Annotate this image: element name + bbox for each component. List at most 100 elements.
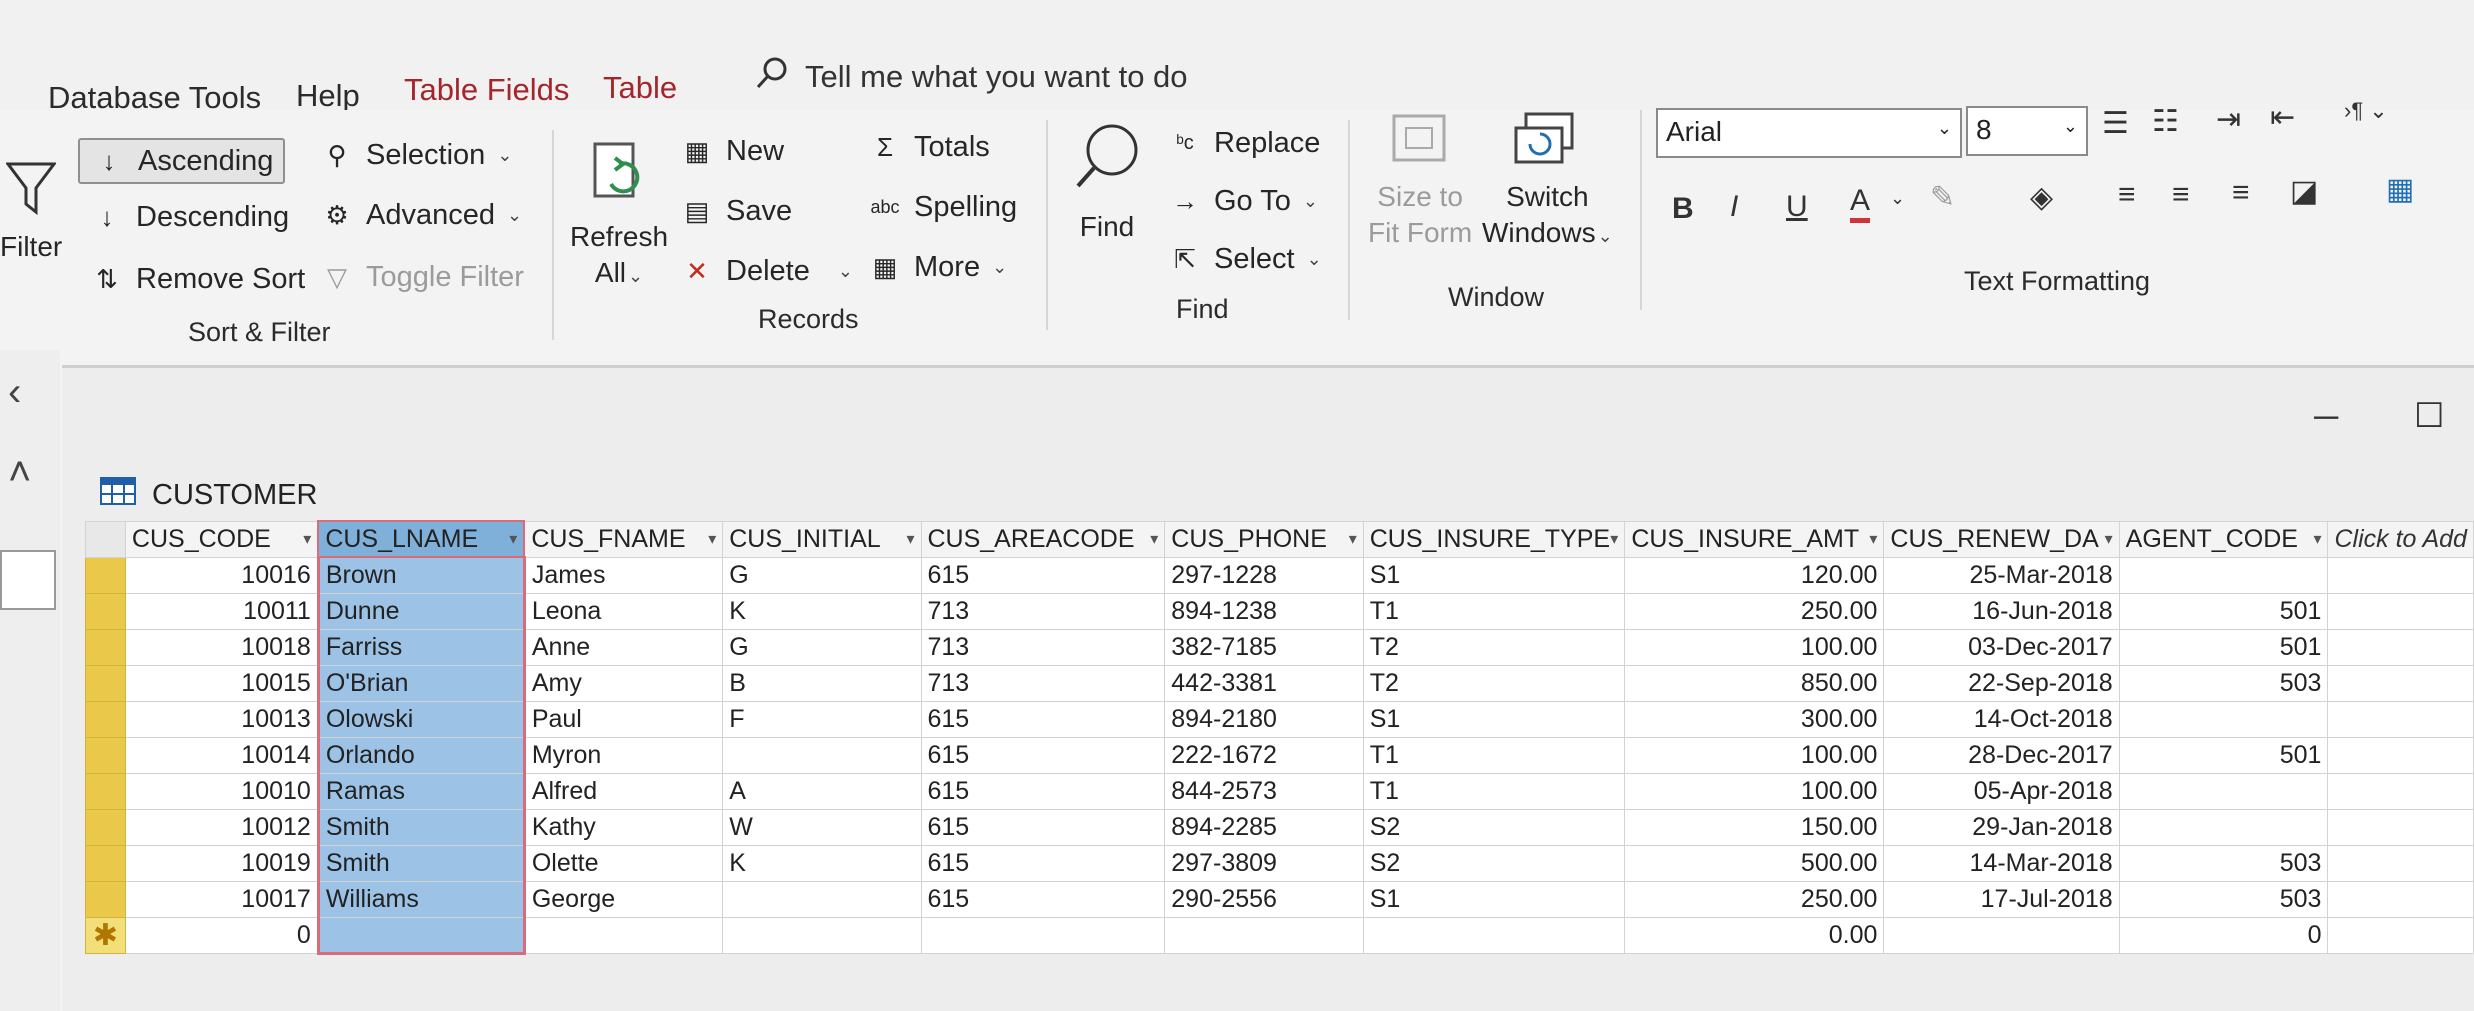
table-cell[interactable]: Orlando: [316, 736, 526, 774]
paragraph-direction-icon[interactable]: ›¶ ⌄: [2344, 98, 2388, 124]
table-cell[interactable]: Ramas: [316, 772, 526, 810]
bold-button[interactable]: B: [1672, 192, 1694, 226]
table-cell[interactable]: 16-Jun-2018: [1883, 592, 2120, 630]
switch-windows-button[interactable]: Switch Windows ⌄: [1482, 110, 1613, 254]
table-cell[interactable]: 120.00: [1624, 556, 1885, 594]
click-to-add-column[interactable]: Click to Add: [2327, 520, 2474, 558]
delete-record-button[interactable]: ✕ Delete ⌄: [678, 252, 853, 290]
new-record-selector[interactable]: ✱: [85, 916, 126, 954]
record-selector[interactable]: [85, 592, 126, 630]
new-record-button[interactable]: ▦ New: [678, 132, 784, 170]
table-cell[interactable]: 29-Jan-2018: [1883, 808, 2120, 846]
more-button[interactable]: ▦ More ⌄: [866, 248, 1007, 286]
table-cell[interactable]: [2327, 736, 2474, 774]
table-cell[interactable]: [2118, 808, 2329, 846]
table-cell[interactable]: 10012: [124, 808, 319, 846]
align-left-icon[interactable]: ≡: [2118, 178, 2136, 212]
nav-pane-box[interactable]: [0, 550, 56, 610]
table-cell[interactable]: T1: [1362, 736, 1626, 774]
table-cell[interactable]: 14-Mar-2018: [1883, 844, 2120, 882]
table-cell[interactable]: 100.00: [1624, 772, 1885, 810]
table-cell[interactable]: 844-2573: [1164, 772, 1364, 810]
font-name-select[interactable]: Arial ⌄: [1656, 108, 1962, 158]
table-cell[interactable]: T2: [1362, 628, 1626, 666]
table-cell[interactable]: Anne: [523, 628, 724, 666]
descending-button[interactable]: ↓ Descending: [88, 198, 290, 236]
table-cell[interactable]: 615: [920, 700, 1166, 738]
table-cell[interactable]: [2327, 592, 2474, 630]
select-all-corner[interactable]: [85, 520, 126, 558]
table-cell[interactable]: 503: [2118, 844, 2329, 882]
chevron-down-icon[interactable]: ⌄: [1890, 188, 1905, 209]
numbered-list-icon[interactable]: ☷: [2152, 104, 2179, 139]
table-cell[interactable]: 297-1228: [1164, 556, 1364, 594]
table-cell[interactable]: 713: [920, 628, 1166, 666]
table-cell[interactable]: 894-1238: [1164, 592, 1364, 630]
column-header-cus-areacode[interactable]: CUS_AREACODE ▾: [920, 520, 1166, 558]
column-header-cus-phone[interactable]: CUS_PHONE ▾: [1164, 520, 1364, 558]
find-button[interactable]: Find: [1072, 120, 1142, 245]
record-selector[interactable]: [85, 880, 126, 918]
fill-color-icon[interactable]: ◈: [2030, 180, 2053, 215]
column-header-cus-insure-amt[interactable]: CUS_INSURE_AMT ▾: [1624, 520, 1885, 558]
column-header-cus-initial[interactable]: CUS_INITIAL ▾: [722, 520, 922, 558]
table-cell[interactable]: 615: [920, 880, 1166, 918]
table-cell[interactable]: 05-Apr-2018: [1883, 772, 2120, 810]
table-cell[interactable]: [2327, 700, 2474, 738]
table-cell[interactable]: Myron: [523, 736, 724, 774]
table-cell[interactable]: [2327, 916, 2474, 954]
underline-button[interactable]: U: [1786, 190, 1808, 224]
table-cell[interactable]: 300.00: [1624, 700, 1885, 738]
table-cell[interactable]: S1: [1362, 700, 1626, 738]
font-color-button[interactable]: A: [1850, 184, 1871, 223]
chevron-left-icon[interactable]: ‹: [8, 370, 21, 415]
record-selector[interactable]: [85, 664, 126, 702]
filter-button[interactable]: Filter: [0, 160, 62, 265]
record-selector[interactable]: [85, 700, 126, 738]
table-cell[interactable]: 503: [2118, 664, 2329, 702]
table-cell[interactable]: Smith: [316, 808, 526, 846]
table-cell[interactable]: Paul: [523, 700, 724, 738]
table-cell[interactable]: 17-Jul-2018: [1883, 880, 2120, 918]
table-cell[interactable]: 10017: [124, 880, 319, 918]
table-cell[interactable]: [2327, 772, 2474, 810]
record-selector[interactable]: [85, 628, 126, 666]
table-cell[interactable]: [2327, 628, 2474, 666]
table-cell[interactable]: O'Brian: [316, 664, 526, 702]
decrease-indent-icon[interactable]: ⇤: [2270, 100, 2295, 135]
record-selector[interactable]: [85, 736, 126, 774]
table-cell[interactable]: 250.00: [1624, 592, 1885, 630]
table-cell[interactable]: 615: [920, 736, 1166, 774]
record-selector[interactable]: [85, 844, 126, 882]
table-cell[interactable]: 713: [920, 592, 1166, 630]
table-cell[interactable]: 501: [2118, 628, 2329, 666]
table-cell[interactable]: 10014: [124, 736, 319, 774]
table-cell[interactable]: [722, 916, 922, 954]
table-cell[interactable]: K: [722, 844, 922, 882]
table-cell[interactable]: 894-2180: [1164, 700, 1364, 738]
font-size-select[interactable]: 8 ⌄: [1966, 106, 2088, 156]
minimize-icon[interactable]: ─: [2314, 398, 2338, 437]
table-cell[interactable]: 850.00: [1624, 664, 1885, 702]
table-cell[interactable]: [2327, 664, 2474, 702]
table-cell[interactable]: Olette: [523, 844, 724, 882]
table-cell[interactable]: 290-2556: [1164, 880, 1364, 918]
table-cell[interactable]: George: [523, 880, 724, 918]
table-cell[interactable]: [2118, 772, 2329, 810]
italic-button[interactable]: I: [1730, 190, 1738, 224]
alternate-row-color-icon[interactable]: ▦: [2386, 172, 2414, 207]
table-cell[interactable]: 10011: [124, 592, 319, 630]
table-cell[interactable]: A: [722, 772, 922, 810]
column-header-cus-lname[interactable]: CUS_LNAME ▾: [317, 520, 526, 558]
spelling-button[interactable]: abc Spelling: [866, 188, 1017, 226]
table-cell[interactable]: G: [722, 628, 922, 666]
bullet-list-icon[interactable]: ☰: [2102, 106, 2129, 141]
record-selector[interactable]: [85, 808, 126, 846]
table-cell[interactable]: [2327, 556, 2474, 594]
increase-indent-icon[interactable]: ⇥: [2216, 102, 2241, 137]
table-cell[interactable]: 10018: [124, 628, 319, 666]
table-cell[interactable]: 222-1672: [1164, 736, 1364, 774]
table-cell[interactable]: 713: [920, 664, 1166, 702]
table-cell[interactable]: 10016: [124, 556, 319, 594]
toggle-filter-button[interactable]: ▽ Toggle Filter: [318, 258, 524, 296]
